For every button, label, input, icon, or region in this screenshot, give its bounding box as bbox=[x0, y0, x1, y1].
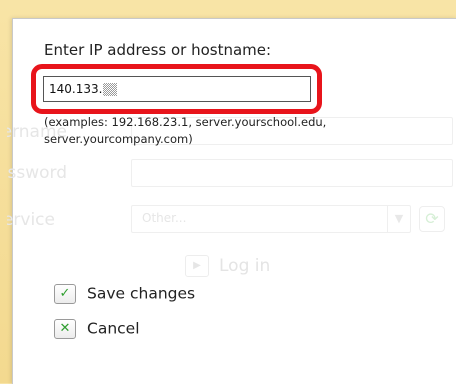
save-changes-button[interactable]: ✓ Save changes bbox=[54, 284, 195, 304]
refresh-icon: ⟳ bbox=[419, 206, 445, 232]
login-icon: ▶ bbox=[185, 255, 209, 277]
cancel-button[interactable]: ✕ Cancel bbox=[54, 319, 140, 339]
service-select: Other... ▼ bbox=[131, 205, 411, 233]
input-highlight-frame bbox=[31, 64, 322, 114]
save-changes-label: Save changes bbox=[87, 284, 196, 303]
check-icon: ✓ bbox=[54, 284, 76, 304]
password-field bbox=[131, 159, 453, 187]
hostname-prompt: Enter IP address or hostname: bbox=[44, 41, 272, 59]
chevron-down-icon: ▼ bbox=[387, 206, 410, 232]
hostname-examples: (examples: 192.168.23.1, server.yourscho… bbox=[44, 114, 404, 148]
service-label: Service: bbox=[7, 210, 55, 230]
login-button: ▶ Log in bbox=[185, 255, 270, 277]
service-select-value: Other... bbox=[142, 211, 187, 225]
examples-line-1: (examples: 192.168.23.1, server.yourscho… bbox=[44, 115, 327, 129]
x-icon: ✕ bbox=[54, 319, 76, 339]
examples-line-2: server.yourcompany.com) bbox=[44, 132, 193, 146]
cancel-label: Cancel bbox=[87, 319, 140, 338]
login-label: Log in bbox=[219, 256, 271, 276]
password-label: Password: bbox=[7, 163, 67, 183]
